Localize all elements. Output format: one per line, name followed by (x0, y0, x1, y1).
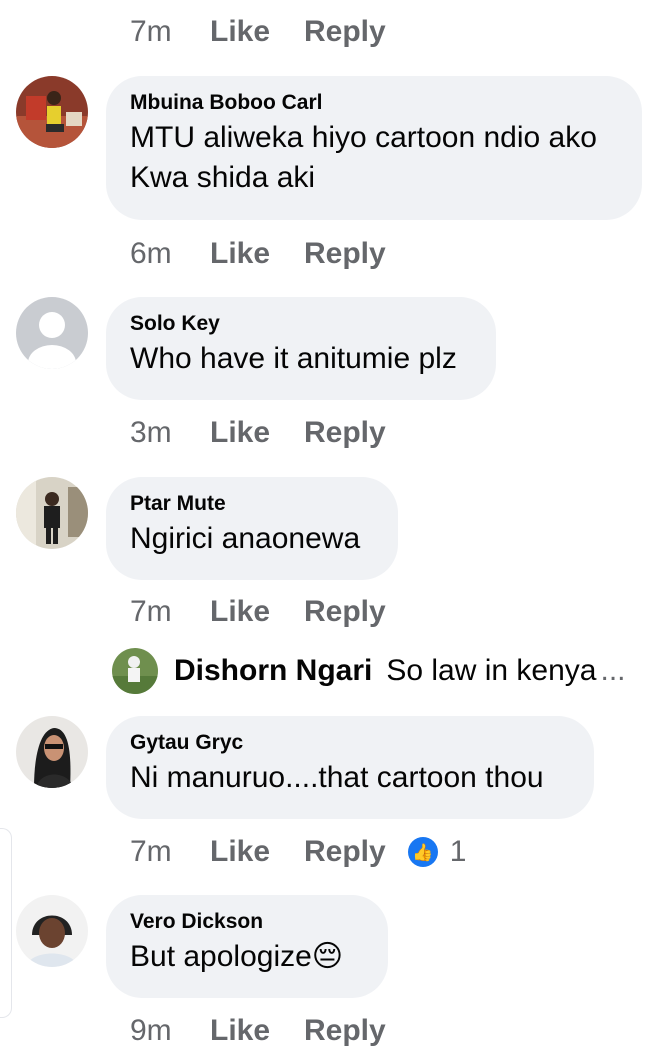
comment-text: Ni manuruo....that cartoon thou (130, 761, 544, 794)
reply-button[interactable]: Reply (304, 15, 386, 49)
comment-text: MTU aliweka hiyo cartoon ndio ako Kwa sh… (130, 121, 597, 194)
avatar[interactable] (16, 76, 88, 148)
comment-text: Ngirici anaonewa (130, 522, 361, 555)
comment-actions: 7m Like Reply 👍 1 (130, 832, 466, 872)
comment-timestamp: 3m (130, 416, 172, 449)
reply-button[interactable]: Reply (304, 237, 386, 271)
comment-text: Who have it anitumie plz (130, 342, 457, 375)
comment-bubble: Gytau Gryc Ni manuruo....that cartoon th… (106, 716, 594, 819)
comment-actions: 3m Like Reply (130, 413, 386, 453)
comment-actions: 9m Like Reply (130, 1011, 386, 1051)
like-button[interactable]: Like (210, 15, 304, 49)
like-thumb-icon: 👍 (407, 837, 438, 867)
reply-button[interactable]: Reply (304, 1014, 386, 1048)
comment-author[interactable]: Ptar Mute (130, 491, 374, 517)
reply-text: So law in kenya (386, 654, 597, 687)
avatar[interactable] (16, 477, 88, 549)
comment-bubble: Mbuina Boboo Carl MTU aliweka hiyo carto… (106, 76, 642, 220)
like-button[interactable]: Like (210, 835, 304, 869)
scroll-edge (0, 828, 12, 1018)
like-button[interactable]: Like (210, 416, 304, 450)
reply-more: ... (600, 654, 626, 687)
comment-author[interactable]: Gytau Gryc (130, 730, 570, 756)
comment-timestamp: 9m (130, 1014, 172, 1047)
reaction-count: 1 (449, 835, 467, 868)
reply-button[interactable]: Reply (304, 595, 386, 629)
comment-actions: 6m Like Reply (130, 234, 386, 274)
comment-actions: 7m Like Reply (130, 592, 386, 632)
reply-preview[interactable]: Dishorn Ngari So law in kenya ... (112, 646, 626, 696)
comment-actions-top: 7m Like Reply (130, 12, 386, 52)
reaction-summary[interactable]: 👍 1 (407, 835, 467, 869)
comment-timestamp: 7m (130, 595, 172, 628)
like-button[interactable]: Like (210, 1014, 304, 1048)
like-button[interactable]: Like (210, 595, 304, 629)
avatar[interactable] (112, 648, 158, 694)
comment-author[interactable]: Solo Key (130, 311, 472, 337)
avatar[interactable] (16, 716, 88, 788)
comment-timestamp: 6m (130, 237, 172, 270)
reply-button[interactable]: Reply (304, 835, 386, 869)
avatar[interactable] (16, 895, 88, 967)
comment-bubble: Vero Dickson But apologize😔 (106, 895, 388, 998)
comment-bubble: Solo Key Who have it anitumie plz (106, 297, 496, 400)
reply-author[interactable]: Dishorn Ngari (174, 654, 372, 688)
comment-timestamp: 7m (130, 835, 172, 868)
comment-timestamp: 7m (130, 15, 172, 48)
comment-author[interactable]: Vero Dickson (130, 909, 364, 935)
reply-button[interactable]: Reply (304, 416, 386, 450)
comment-author[interactable]: Mbuina Boboo Carl (130, 90, 618, 116)
default-avatar-icon[interactable] (16, 297, 88, 369)
like-button[interactable]: Like (210, 237, 304, 271)
comment-bubble: Ptar Mute Ngirici anaonewa (106, 477, 398, 580)
comment-text: But apologize😔 (130, 940, 344, 973)
